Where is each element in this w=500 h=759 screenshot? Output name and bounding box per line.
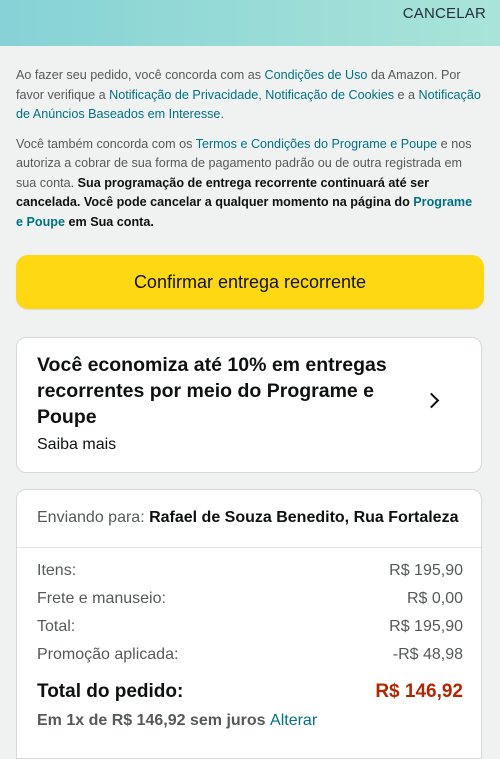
shipping-label: Enviando para: <box>37 509 150 526</box>
terms-of-use-link[interactable]: Condições de Uso <box>265 68 368 82</box>
legal-text: e a <box>394 87 419 102</box>
top-bar: CANCELAR <box>0 0 500 46</box>
legal-paragraph-2: Você também concorda com os Termos e Con… <box>16 135 482 233</box>
change-installment-link[interactable]: Alterar <box>270 712 317 729</box>
summary-row-promotion: Promoção aplicada: -R$ 48,98 <box>37 646 463 664</box>
cookies-notice-link[interactable]: Notificação de Cookies <box>265 88 394 102</box>
row-label: Itens: <box>37 562 77 579</box>
legal-text: . <box>220 107 224 121</box>
shipping-address: Rafael de Souza Benedito, Rua Fortaleza <box>149 509 459 526</box>
row-value: -R$ 48,98 <box>392 646 463 663</box>
row-label: Total: <box>37 618 76 635</box>
confirm-recurring-delivery-button[interactable]: Confirmar entrega recorrente <box>16 255 484 309</box>
program-terms-link[interactable]: Termos e Condições do Programe e Poupe <box>196 137 438 151</box>
legal-text: Você também concorda com os <box>16 136 196 151</box>
promo-card[interactable]: Você economiza até 10% em entregas recor… <box>16 337 482 473</box>
order-total-value: R$ 146,92 <box>375 681 463 702</box>
shipping-to[interactable]: Enviando para: Rafael de Souza Benedito,… <box>37 509 463 527</box>
row-label: Frete e manuseio: <box>37 590 166 607</box>
row-value: R$ 195,90 <box>389 618 463 635</box>
row-label: Promoção aplicada: <box>37 646 179 663</box>
legal-paragraph-1: Ao fazer seu pedido, você concorda com a… <box>16 66 482 125</box>
order-total-row: Total do pedido: R$ 146,92 <box>37 681 463 703</box>
promo-title: Você economiza até 10% em entregas recor… <box>37 354 387 428</box>
privacy-notice-link[interactable]: Notificação de Privacidade <box>109 88 258 102</box>
legal-text: Ao fazer seu pedido, você concorda com a… <box>16 68 265 82</box>
learn-more-text: Saiba mais <box>37 436 117 453</box>
legal-bold-text: Sua programação de entrega recorrente co… <box>16 175 429 210</box>
cancel-button[interactable]: CANCELAR <box>403 5 486 22</box>
legal-notice: Ao fazer seu pedido, você concorda com a… <box>16 66 482 242</box>
summary-row-shipping: Frete e manuseio: R$ 0,00 <box>37 590 463 608</box>
legal-bold-text: em Sua conta. <box>65 214 154 229</box>
installment-info: Em 1x de R$ 146,92 sem juros Alterar <box>37 712 317 730</box>
recurring-delivery-notice: Sua programação de entrega recorrente co… <box>16 176 472 229</box>
order-total-label: Total do pedido: <box>37 681 184 702</box>
row-value: R$ 195,90 <box>389 562 463 579</box>
chevron-right-icon <box>423 392 440 409</box>
summary-row-total: Total: R$ 195,90 <box>37 618 463 636</box>
summary-row-items: Itens: R$ 195,90 <box>37 562 463 580</box>
row-value: R$ 0,00 <box>406 590 463 607</box>
installment-text: Em 1x de R$ 146,92 sem juros <box>37 712 271 729</box>
order-summary-card: Enviando para: Rafael de Souza Benedito,… <box>16 489 482 759</box>
divider <box>17 547 481 548</box>
